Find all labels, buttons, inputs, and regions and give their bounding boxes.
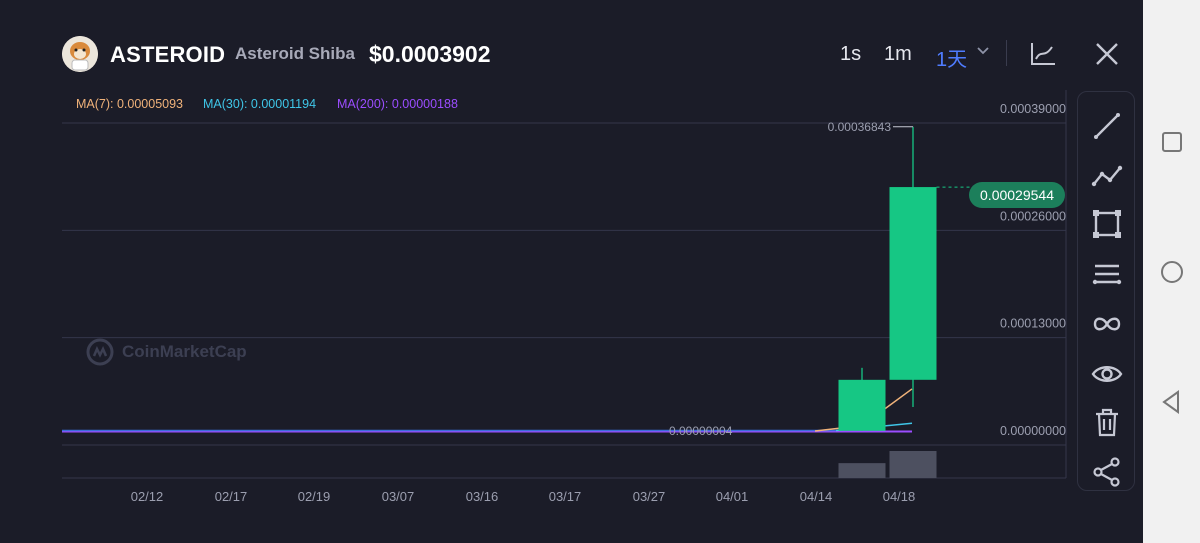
polyline-tool-icon[interactable] <box>1091 160 1123 192</box>
x-tick-label: 04/18 <box>883 489 916 504</box>
home-circle-icon[interactable] <box>1158 258 1186 286</box>
timeframe-1m[interactable]: 1m <box>884 43 912 66</box>
candle-body <box>889 187 937 380</box>
drawing-tools-panel <box>1077 91 1135 491</box>
chart-screen: ASTEROID Asteroid Shiba $0.0003902 1s 1m… <box>0 0 1143 543</box>
x-tick-label: 02/12 <box>131 489 164 504</box>
android-nav-bar <box>1143 0 1200 543</box>
token-symbol: ASTEROID <box>110 42 226 67</box>
timeframe-1s[interactable]: 1s <box>840 43 861 66</box>
x-tick-label: 03/07 <box>382 489 415 504</box>
timeframe-1d[interactable]: 1天 <box>936 43 967 72</box>
x-tick-label: 03/17 <box>549 489 582 504</box>
x-tick-label: 03/27 <box>633 489 666 504</box>
candle-body <box>838 379 886 431</box>
rectangle-tool-icon[interactable] <box>1091 208 1123 240</box>
x-tick-label: 04/01 <box>716 489 749 504</box>
y-tick-label: 0.00013000 <box>1000 317 1066 331</box>
recents-square-icon[interactable] <box>1158 128 1186 156</box>
y-tick-label: 0.00039000 <box>1000 102 1066 116</box>
volume-bar <box>889 451 937 478</box>
line-tool-icon[interactable] <box>1091 110 1123 142</box>
trash-icon[interactable] <box>1091 406 1123 438</box>
close-icon[interactable] <box>1092 39 1122 69</box>
token-price: $0.0003902 <box>369 41 491 67</box>
y-tick-label: 0.00000000 <box>1000 424 1066 438</box>
visibility-eye-icon[interactable] <box>1091 358 1123 390</box>
volume-bar <box>838 463 886 478</box>
x-tick-label: 04/14 <box>800 489 833 504</box>
token-avatar <box>62 36 98 72</box>
infinite-line-icon[interactable] <box>1091 308 1123 340</box>
y-tick-label: 0.00026000 <box>1000 209 1066 223</box>
back-triangle-icon[interactable] <box>1158 388 1186 416</box>
x-tick-label: 03/16 <box>466 489 499 504</box>
x-tick-label: 02/19 <box>298 489 331 504</box>
chevron-down-icon[interactable] <box>976 43 990 61</box>
current-price-tag: 0.00029544 <box>969 182 1065 208</box>
candlestick-chart[interactable]: 0.00039000 0.00026000 0.00013000 0.00000000… <box>0 90 1070 530</box>
header-divider <box>1006 40 1007 66</box>
high-annotation: 0.00036843 <box>828 120 892 134</box>
header: ASTEROID Asteroid Shiba $0.0003902 1s 1m… <box>62 34 1122 74</box>
low-annotation: 0.00000004 <box>669 424 733 438</box>
x-tick-label: 02/17 <box>215 489 248 504</box>
share-icon[interactable] <box>1091 456 1123 488</box>
fib-levels-icon[interactable] <box>1091 258 1123 290</box>
token-name: Asteroid Shiba <box>235 44 355 63</box>
chart-type-icon[interactable] <box>1028 39 1058 69</box>
